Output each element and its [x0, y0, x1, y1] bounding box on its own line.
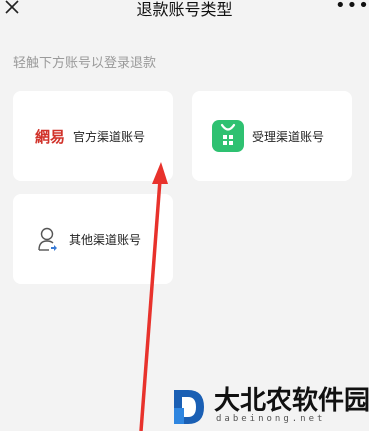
person-icon [37, 226, 59, 252]
more-options-button[interactable]: ••• [335, 0, 369, 16]
watermark-url: dabeinong.net [216, 414, 326, 424]
account-card-other[interactable]: 其他渠道账号 [13, 194, 173, 284]
account-label-official: 官方渠道账号 [73, 129, 146, 144]
watermark: 大北农软件园 dabeinong.net [170, 384, 369, 431]
page-title: 退款账号类型 [136, 0, 233, 19]
green-app-icon [212, 120, 244, 152]
title-bar: 退款账号类型 ••• [0, 0, 369, 26]
netease-logo-icon: 網易 [35, 127, 66, 146]
watermark-logo-icon [174, 390, 204, 424]
account-label-other: 其他渠道账号 [69, 232, 142, 247]
account-label-authorized: 受理渠道账号 [252, 129, 325, 144]
watermark-name: 大北农软件园 [214, 386, 369, 416]
account-card-authorized[interactable]: 受理渠道账号 [192, 91, 352, 181]
login-hint-text: 轻触下方账号以登录退款 [13, 56, 157, 71]
account-card-official[interactable]: 網易 官方渠道账号 [13, 91, 173, 181]
